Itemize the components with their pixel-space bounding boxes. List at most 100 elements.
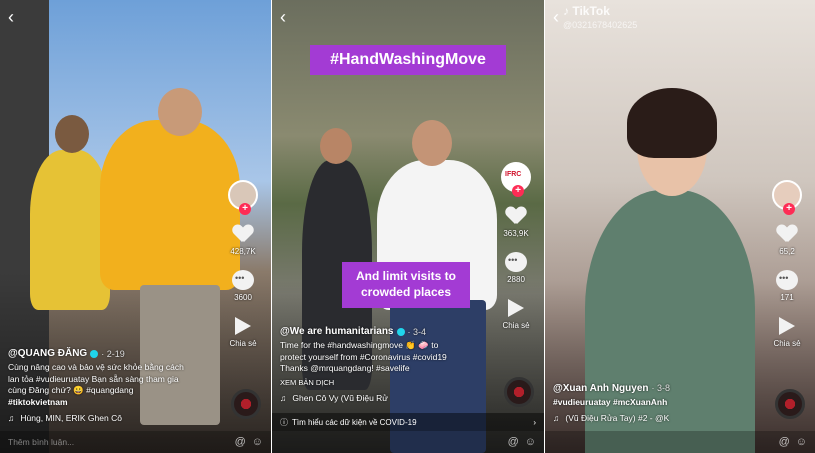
handle-text[interactable]: @We are humanitarians [280, 326, 394, 337]
heart-icon [233, 225, 253, 243]
comment-bar[interactable]: @ ☺ [272, 431, 544, 453]
video-panel-1[interactable]: ‹ + 428,7K 3600 Chia sẻ @QUANG ĐĂNG · 2-… [0, 0, 271, 453]
see-translation-link[interactable]: XEM BẢN DỊCH [280, 377, 502, 389]
music-disc-icon[interactable] [775, 389, 805, 419]
share-label: Chia sẻ [229, 339, 257, 348]
heart-icon [506, 207, 526, 225]
creator-avatar[interactable]: + [772, 180, 802, 215]
dancer-head [320, 128, 352, 164]
comment-bubble-icon [505, 252, 527, 272]
music-ticker[interactable]: ♫ Hùng, MIN, ERIK Ghen Cô [8, 413, 236, 423]
share-arrow-icon [235, 317, 251, 335]
follow-plus-icon[interactable]: + [239, 203, 251, 215]
comment-button[interactable]: 3600 [230, 268, 256, 302]
emoji-icon[interactable]: ☺ [525, 436, 536, 448]
dancer-head [158, 88, 202, 136]
tiktok-watermark: ♪ TikTok [563, 4, 610, 18]
description-line: Thanks @mrquangdang! #savelife [280, 363, 410, 373]
covid-info-banner[interactable]: ⓘ Tìm hiểu các dữ kiện về COVID-19 › [272, 413, 544, 431]
tiktok-watermark-text: TikTok [572, 4, 610, 18]
creator-handle[interactable]: @We are humanitarians · 3-4 [280, 326, 502, 337]
comment-count: 171 [780, 293, 794, 302]
label-line: And limit visits to [355, 269, 456, 283]
video-panel-2[interactable]: ‹ #HandWashingMove And limit visits to c… [272, 0, 544, 453]
description-line: protect yourself from #Coronavirus #covi… [280, 351, 447, 362]
dancer-head [412, 120, 452, 166]
video-panel-3[interactable]: ‹ ♪ TikTok @0321678402625 + 65,2 171 Chi… [545, 0, 815, 453]
comment-count: 3600 [234, 293, 252, 302]
description-line[interactable]: #vudieuruatay #mcXuanAnh [553, 397, 763, 409]
presenter-hair [627, 88, 717, 158]
description-line: Cùng nâng cao và bảo vệ sức khỏe bằng cá… [8, 362, 184, 372]
like-count: 363,9K [503, 229, 529, 238]
music-disc-icon[interactable] [504, 377, 534, 407]
share-arrow-icon [508, 299, 524, 317]
tiktok-logo-icon: ♪ [563, 4, 569, 18]
follow-plus-icon[interactable]: + [783, 203, 795, 215]
verified-badge-icon [90, 349, 99, 358]
share-label: Chia sẻ [502, 321, 530, 330]
comment-bubble-icon [776, 270, 798, 290]
comment-placeholder[interactable]: Thêm bình luận... [8, 437, 74, 447]
back-chevron-icon[interactable]: ‹ [280, 8, 298, 26]
music-ticker[interactable]: ♫ Ghen Cô Vy (Vũ Điệu Rử [280, 393, 502, 403]
verified-badge-icon [396, 327, 405, 336]
comment-bar[interactable]: Thêm bình luận... @ ☺ [0, 431, 271, 453]
action-rail: IFRC + 363,9K 2880 Chia sẻ [496, 162, 536, 330]
follow-plus-icon[interactable]: + [512, 185, 524, 197]
music-note-icon: ♫ [280, 393, 287, 403]
heart-icon [777, 225, 797, 243]
comment-button[interactable]: 2880 [503, 250, 529, 284]
description-line: lan tỏa #vudieuruatay Bạn sẵn sàng tham … [8, 373, 179, 384]
post-date: · 2-19 [101, 348, 125, 359]
creator-avatar[interactable]: + [228, 180, 258, 215]
tiktok-watermark-id: @0321678402625 [563, 20, 638, 30]
music-note-icon: ♫ [8, 413, 15, 423]
creator-handle[interactable]: @QUANG ĐĂNG · 2-19 [8, 348, 236, 359]
dancer-head [55, 115, 89, 153]
share-label: Chia sẻ [773, 339, 801, 348]
music-ticker[interactable]: ♫ (Vũ Điệu Rửa Tay) #2 - @K [553, 413, 763, 423]
ifrc-logo: IFRC [505, 171, 522, 178]
description-line[interactable]: #tiktokvietnam [8, 397, 236, 409]
music-title: Hùng, MIN, ERIK Ghen Cô [20, 413, 122, 423]
handle-text[interactable]: @Xuan Anh Nguyen [553, 383, 649, 394]
video-text-label-top: #HandWashingMove [310, 45, 506, 75]
video-caption: @We are humanitarians · 3-4 Time for the… [280, 326, 502, 403]
mention-icon[interactable]: @ [779, 436, 790, 448]
video-caption: @QUANG ĐĂNG · 2-19 Cùng nâng cao và bảo … [8, 348, 236, 423]
dancer [30, 150, 110, 310]
description-line: cùng Đăng chứ? 😀 #quangdang [8, 385, 134, 395]
mention-icon[interactable]: @ [235, 436, 246, 448]
comment-count: 2880 [507, 275, 525, 284]
action-rail: + 428,7K 3600 Chia sẻ [223, 180, 263, 348]
handle-text[interactable]: @QUANG ĐĂNG [8, 348, 87, 359]
share-button[interactable]: Chia sẻ [229, 314, 257, 348]
mention-icon[interactable]: @ [508, 436, 519, 448]
covid-info-text: Tìm hiểu các dữ kiện về COVID-19 [292, 417, 417, 427]
like-count: 65,2 [779, 247, 795, 256]
share-arrow-icon [779, 317, 795, 335]
music-title: Ghen Cô Vy (Vũ Điệu Rử [292, 393, 388, 403]
video-description: #vudieuruatay #mcXuanAnh [553, 397, 763, 409]
chevron-right-icon: › [533, 417, 536, 427]
comment-button[interactable]: 171 [774, 268, 800, 302]
action-rail: + 65,2 171 Chia sẻ [767, 180, 807, 348]
like-button[interactable]: 65,2 [774, 222, 800, 256]
share-button[interactable]: Chia sẻ [773, 314, 801, 348]
comment-bubble-icon [232, 270, 254, 290]
video-description: Time for the #handwashingmove 👏 🧼 to pro… [280, 340, 502, 388]
description-line: Time for the #handwashingmove 👏 🧼 to [280, 340, 439, 350]
creator-handle[interactable]: @Xuan Anh Nguyen · 3-8 [553, 383, 763, 394]
comment-bar[interactable]: @ ☺ [545, 431, 815, 453]
emoji-icon[interactable]: ☺ [252, 436, 263, 448]
share-button[interactable]: Chia sẻ [502, 296, 530, 330]
creator-avatar[interactable]: IFRC + [501, 162, 531, 197]
like-button[interactable]: 363,9K [503, 204, 529, 238]
like-button[interactable]: 428,7K [230, 222, 256, 256]
music-title: (Vũ Điệu Rửa Tay) #2 - @K [565, 413, 670, 423]
video-description: Cùng nâng cao và bảo vệ sức khỏe bằng cá… [8, 362, 236, 408]
back-chevron-icon[interactable]: ‹ [8, 8, 26, 26]
emoji-icon[interactable]: ☺ [796, 436, 807, 448]
info-icon: ⓘ [280, 417, 288, 427]
